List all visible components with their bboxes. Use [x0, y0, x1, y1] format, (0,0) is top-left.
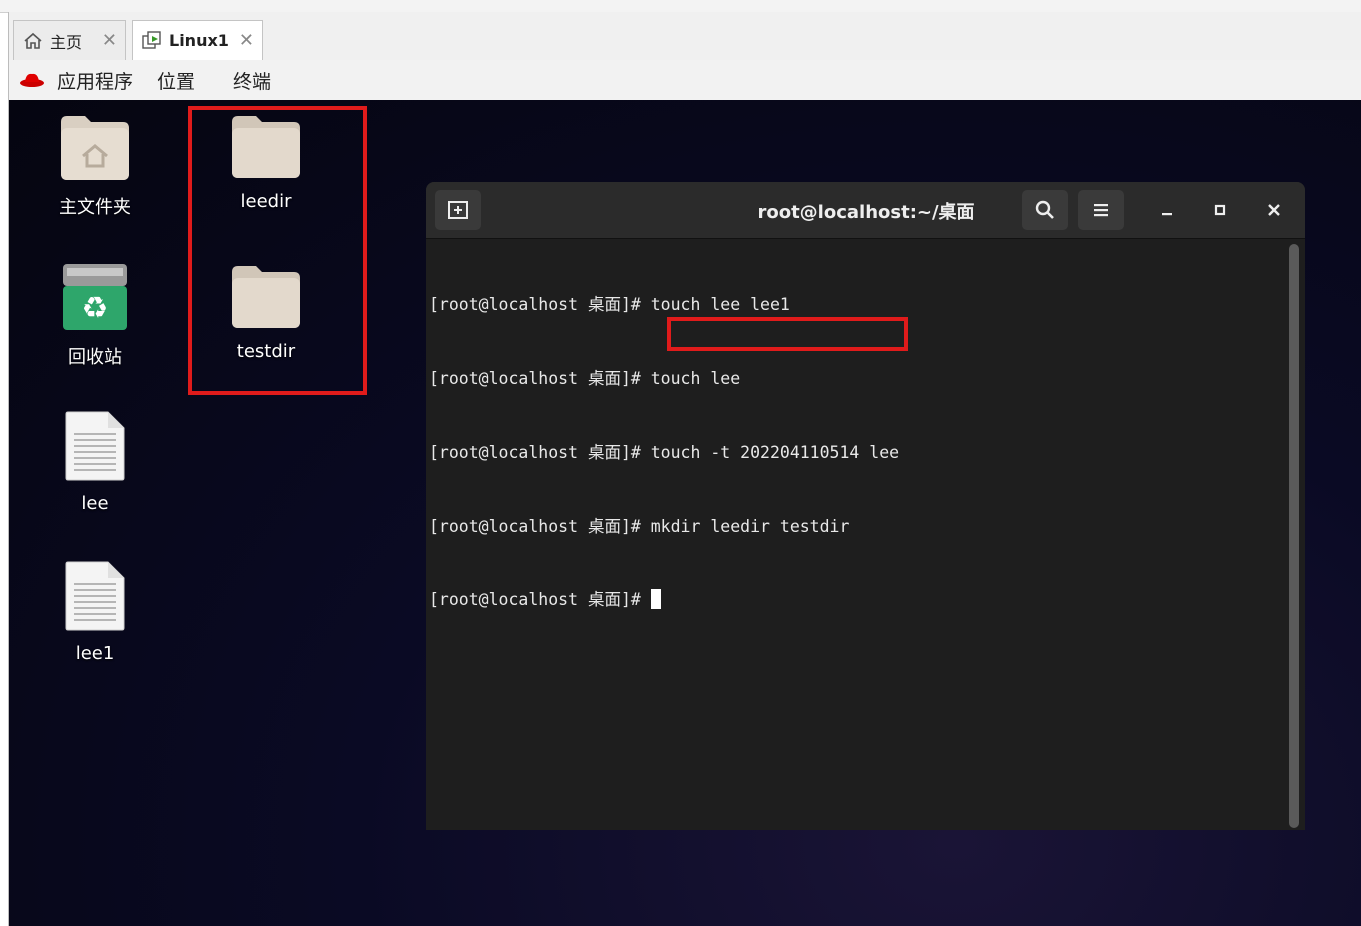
search-button[interactable]	[1022, 190, 1068, 230]
close-button[interactable]	[1259, 196, 1289, 224]
menu-terminal[interactable]: 终端	[233, 67, 271, 94]
icon-label: lee1	[75, 643, 115, 664]
icon-label: lee	[81, 493, 109, 514]
home-folder-icon	[61, 116, 129, 180]
minimize-button[interactable]	[1152, 196, 1182, 224]
terminal-prompt: [root@localhost 桌面]#	[429, 590, 651, 610]
text-file-icon	[65, 561, 125, 631]
tab-linux1[interactable]: Linux1 ✕	[132, 20, 263, 60]
gnome-top-bar: 应用程序 位置 终端	[8, 60, 1361, 100]
terminal-line: [root@localhost 桌面]# touch lee lee1	[429, 295, 790, 315]
svg-text:♻: ♻	[82, 291, 109, 326]
terminal-cursor	[650, 589, 661, 610]
text-file-icon	[65, 411, 125, 481]
desktop-icon-lee1[interactable]: lee1	[35, 560, 155, 664]
redhat-logo-icon	[19, 70, 45, 90]
icon-label: 回收站	[68, 347, 122, 368]
maximize-button[interactable]	[1205, 196, 1235, 224]
desktop-icon-home-folder[interactable]: 主文件夹	[35, 114, 155, 219]
search-icon	[1035, 200, 1054, 219]
scrollbar[interactable]	[1289, 244, 1299, 828]
hamburger-icon	[1094, 204, 1108, 217]
close-icon	[1268, 204, 1280, 216]
vm-icon	[141, 30, 163, 52]
tab-label: 主页	[50, 32, 83, 52]
highlight-box-command	[667, 317, 908, 351]
terminal-line: [root@localhost 桌面]# touch lee	[429, 368, 741, 388]
terminal-title: root@localhost:~/桌面	[757, 202, 975, 223]
terminal-window[interactable]: root@localhost:~/桌面 [root@localhost 桌面]#…	[426, 182, 1305, 830]
terminal-prompt-line: [root@localhost 桌面]#	[429, 588, 1279, 613]
new-tab-button[interactable]	[435, 190, 481, 230]
close-icon[interactable]: ✕	[239, 30, 254, 51]
desktop-icon-trash[interactable]: ♻ 回收站	[35, 262, 155, 369]
terminal-output[interactable]: [root@localhost 桌面]# touch lee lee1 [roo…	[429, 244, 1279, 662]
icon-label: 主文件夹	[59, 197, 131, 218]
desktop: 主文件夹 ♻ 回收站 lee lee1 leedir testdir root@…	[8, 100, 1361, 926]
minimize-icon	[1162, 213, 1172, 216]
menu-applications[interactable]: 应用程序	[57, 67, 133, 94]
desktop-icon-lee[interactable]: lee	[35, 410, 155, 514]
home-icon	[22, 30, 44, 52]
trash-icon: ♻	[63, 264, 127, 330]
maximize-icon	[1214, 204, 1226, 216]
tab-bar: 主页 ✕ Linux1 ✕	[8, 12, 1361, 60]
terminal-line: [root@localhost 桌面]# touch -t 2022041105…	[429, 442, 900, 462]
terminal-line: [root@localhost 桌面]# mkdir leedir testdi…	[429, 516, 850, 536]
tab-label: Linux1	[169, 31, 229, 50]
menu-places[interactable]: 位置	[157, 67, 195, 94]
menu-button[interactable]	[1078, 190, 1124, 230]
tab-home[interactable]: 主页 ✕	[13, 20, 126, 60]
terminal-titlebar[interactable]: root@localhost:~/桌面	[426, 182, 1305, 239]
highlight-box-folders	[188, 106, 367, 395]
close-icon[interactable]: ✕	[102, 30, 117, 51]
new-tab-icon	[448, 201, 468, 219]
